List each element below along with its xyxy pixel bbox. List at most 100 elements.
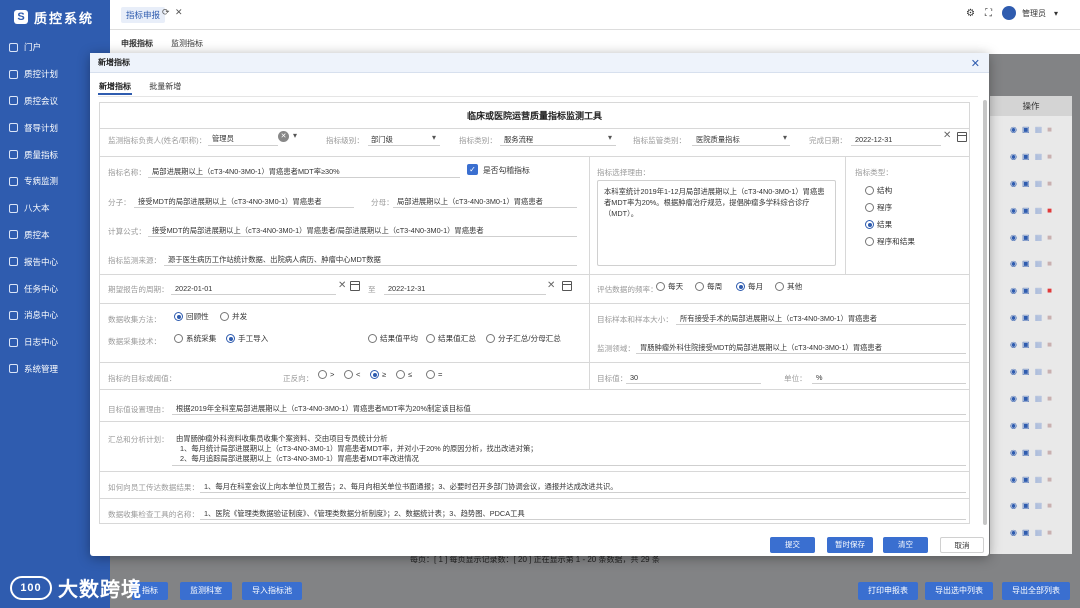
- delete-icon[interactable]: ■: [1047, 448, 1052, 457]
- view-icon[interactable]: ◉: [1010, 179, 1017, 188]
- delete-icon[interactable]: ■: [1047, 125, 1052, 134]
- grid-icon[interactable]: ▦: [1035, 125, 1043, 134]
- delete-icon[interactable]: ■: [1047, 528, 1052, 537]
- view-icon[interactable]: ◉: [1010, 528, 1017, 537]
- frequency-radio[interactable]: 其他: [775, 281, 802, 292]
- delete-icon[interactable]: ■: [1047, 475, 1052, 484]
- collect-tech-radio[interactable]: 手工导入: [226, 333, 268, 344]
- view-icon[interactable]: ◉: [1010, 475, 1017, 484]
- settings-icon[interactable]: ⚙: [966, 8, 975, 19]
- print-icon[interactable]: ▣: [1022, 394, 1030, 403]
- view-icon[interactable]: ◉: [1010, 152, 1017, 161]
- delete-icon[interactable]: ■: [1047, 206, 1052, 215]
- submit-button[interactable]: 提交: [770, 537, 815, 553]
- clear-button[interactable]: 清空: [883, 537, 928, 553]
- subtab-monitor[interactable]: 监测指标: [171, 38, 203, 49]
- grid-icon[interactable]: ▦: [1035, 233, 1043, 242]
- grid-icon[interactable]: ▦: [1035, 394, 1043, 403]
- grid-icon[interactable]: ▦: [1035, 259, 1043, 268]
- indicator-type-radio[interactable]: 结构: [865, 185, 892, 196]
- collect-method-radio[interactable]: 回顾性: [174, 311, 209, 322]
- print-icon[interactable]: ▣: [1022, 340, 1030, 349]
- period-start-field[interactable]: 2022-01-01: [175, 284, 212, 293]
- print-icon[interactable]: ▣: [1022, 501, 1030, 510]
- grid-icon[interactable]: ▦: [1035, 475, 1043, 484]
- numerator-field[interactable]: 接受MDT的局部进展期以上（cT3-4N0-3M0-1）胃癌患者: [138, 197, 322, 207]
- print-icon[interactable]: ▣: [1022, 286, 1030, 295]
- collect-method-radio[interactable]: 并发: [220, 311, 247, 322]
- view-icon[interactable]: ◉: [1010, 286, 1017, 295]
- tab-indicator-report[interactable]: 指标申报: [121, 7, 166, 23]
- chevron-down-icon[interactable]: ▾: [293, 131, 297, 140]
- caret-down-icon[interactable]: ▾: [1054, 9, 1058, 18]
- print-icon[interactable]: ▣: [1022, 125, 1030, 134]
- analysis-line[interactable]: 2、每月追踪局部进展期以上（cT3-4N0-3M0-1）胃癌患者MDT率改进情况: [180, 454, 419, 464]
- owner-field[interactable]: 管理员: [212, 134, 234, 144]
- save-draft-button[interactable]: 暂时保存: [827, 537, 873, 553]
- check-tool-field[interactable]: 1、医院《管理类数据验证制度》、《管理类数据分析制度》；2、数据统计表；3、趋势…: [204, 509, 525, 519]
- reason-textarea[interactable]: 本科室统计2019年1-12月局部进展期以上（cT3-4N0-3M0-1）胃癌患…: [597, 180, 836, 266]
- print-icon[interactable]: ▣: [1022, 179, 1030, 188]
- user-name[interactable]: 管理员: [1022, 8, 1046, 19]
- delete-icon[interactable]: ■: [1047, 233, 1052, 242]
- chevron-down-icon[interactable]: ▾: [783, 133, 787, 142]
- direction-radio[interactable]: =: [426, 370, 442, 379]
- print-icon[interactable]: ▣: [1022, 233, 1030, 242]
- refresh-icon[interactable]: ⟳: [162, 7, 170, 18]
- calendar-icon[interactable]: [562, 281, 572, 291]
- frequency-radio[interactable]: 每月: [736, 281, 763, 292]
- indicator-type-radio[interactable]: 程序和结果: [865, 236, 915, 247]
- grid-icon[interactable]: ▦: [1035, 206, 1043, 215]
- view-icon[interactable]: ◉: [1010, 367, 1017, 376]
- view-icon[interactable]: ◉: [1010, 394, 1017, 403]
- delete-icon[interactable]: ■: [1047, 179, 1052, 188]
- print-icon[interactable]: ▣: [1022, 475, 1030, 484]
- goal-reason-field[interactable]: 根据2019年全科室局部进展期以上（cT3-4N0-3M0-1）胃癌患者MDT率…: [176, 404, 471, 414]
- import-pool-button[interactable]: 导入指标池: [242, 582, 302, 600]
- collect-tech-radio[interactable]: 系统采集: [174, 333, 216, 344]
- view-icon[interactable]: ◉: [1010, 340, 1017, 349]
- frequency-radio[interactable]: 每天: [656, 281, 683, 292]
- grid-icon[interactable]: ▦: [1035, 313, 1043, 322]
- name-field[interactable]: 局部进展期以上（cT3-4N0-3M0-1）胃癌患者MDT率≥30%: [152, 167, 340, 177]
- direction-radio[interactable]: ≤: [396, 370, 412, 379]
- print-icon[interactable]: ▣: [1022, 421, 1030, 430]
- subtab-declare[interactable]: 申报指标: [121, 38, 153, 49]
- view-icon[interactable]: ◉: [1010, 448, 1017, 457]
- grid-icon[interactable]: ▦: [1035, 286, 1043, 295]
- view-icon[interactable]: ◉: [1010, 206, 1017, 215]
- target-field[interactable]: 30: [630, 373, 638, 382]
- fullscreen-icon[interactable]: ⛶: [985, 8, 992, 19]
- delete-icon[interactable]: ■: [1047, 152, 1052, 161]
- clear-date-icon[interactable]: ✕: [547, 280, 555, 291]
- direction-radio[interactable]: ≥: [370, 370, 386, 379]
- analysis-line[interactable]: 由胃肠肿瘤外科资料收集员收集个案资料、交由项目专员统计分析: [176, 434, 388, 444]
- area-field[interactable]: 胃肠肿瘤外科住院接受MDT的局部进展期以上（cT3-4N0-3M0-1）胃癌患者: [640, 343, 882, 353]
- delete-icon[interactable]: ■: [1047, 394, 1052, 403]
- grid-icon[interactable]: ▦: [1035, 501, 1043, 510]
- view-icon[interactable]: ◉: [1010, 501, 1017, 510]
- delete-icon[interactable]: ■: [1047, 259, 1052, 268]
- calendar-icon[interactable]: [350, 281, 360, 291]
- tab-batch-add[interactable]: 批量新增: [149, 82, 181, 91]
- supervise-select[interactable]: 医院质量指标: [696, 135, 740, 145]
- analysis-line[interactable]: 1、每月统计局部进展期以上（cT3-4N0-3M0-1）胃癌患者MDT率，并对小…: [180, 444, 538, 454]
- aggregate-radio[interactable]: 分子汇总/分母汇总: [486, 333, 561, 344]
- view-icon[interactable]: ◉: [1010, 421, 1017, 430]
- delete-icon[interactable]: ■: [1047, 421, 1052, 430]
- grid-icon[interactable]: ▦: [1035, 179, 1043, 188]
- formula-field[interactable]: 接受MDT的局部进展期以上（cT3-4N0-3M0-1）胃癌患者/局部进展期以上…: [152, 226, 484, 236]
- unit-field[interactable]: %: [816, 373, 823, 382]
- print-report-button[interactable]: 打印申报表: [858, 582, 918, 600]
- grid-icon[interactable]: ▦: [1035, 448, 1043, 457]
- view-icon[interactable]: ◉: [1010, 313, 1017, 322]
- delete-icon[interactable]: ■: [1047, 367, 1052, 376]
- frequency-radio[interactable]: 每周: [695, 281, 722, 292]
- indicator-type-radio[interactable]: 结果: [865, 219, 892, 230]
- delete-icon[interactable]: ■: [1047, 313, 1052, 322]
- export-selected-button[interactable]: 导出选中列表: [925, 582, 993, 600]
- print-icon[interactable]: ▣: [1022, 367, 1030, 376]
- grid-icon[interactable]: ▦: [1035, 528, 1043, 537]
- clear-date-icon[interactable]: ✕: [338, 280, 346, 291]
- source-field[interactable]: 源于医生病历工作站统计数据、出院病人病历、肿瘤中心MDT数据: [168, 255, 381, 265]
